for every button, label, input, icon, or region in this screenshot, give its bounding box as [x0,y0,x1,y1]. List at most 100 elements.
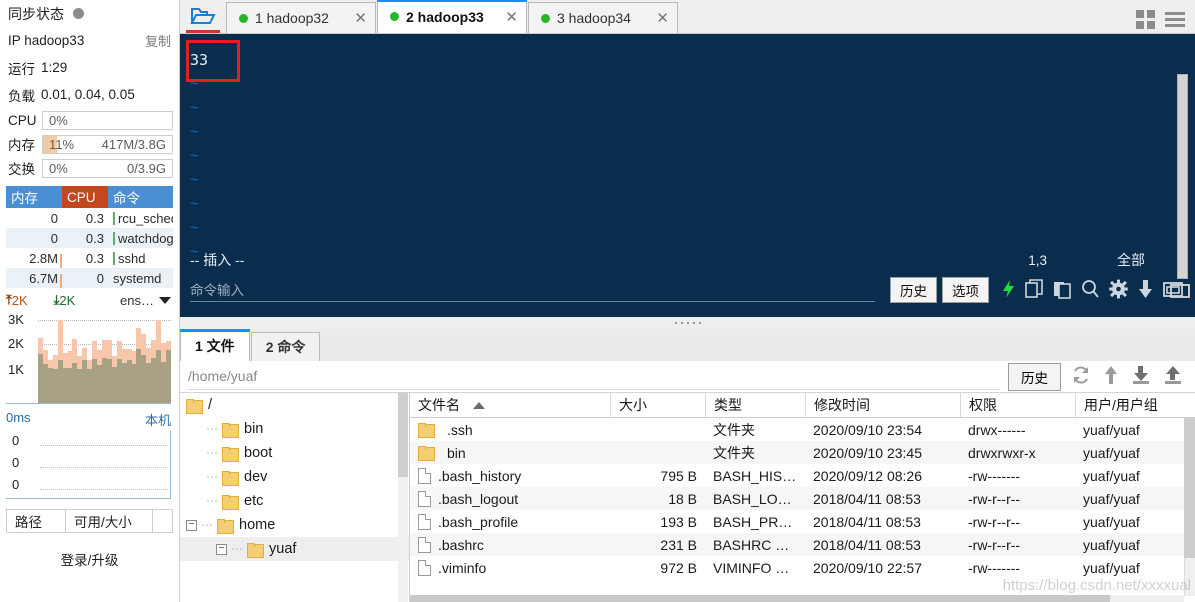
collapse-toggle-icon[interactable]: − [216,543,227,555]
terminal-tilde: ~ [190,148,199,164]
cpu-meter: 0% [42,110,173,130]
table-row[interactable]: bin 文件夹 2020/09/10 23:45 drwxrwxr-x yuaf… [410,441,1195,464]
copy-icon[interactable] [1025,278,1044,302]
copy-button[interactable]: 复制 [145,31,171,50]
file-owner-cell: yuaf/yuaf [1083,421,1140,438]
close-icon[interactable]: ✕ [344,9,367,27]
menu-icon[interactable] [1165,12,1185,27]
grid-layout-icon[interactable] [1136,10,1155,29]
tree-node-yuaf[interactable]: − ⋯ yuaf [180,537,409,561]
uptime-value: 1:29 [41,60,68,75]
terminal-tilde: ~ [190,172,199,188]
table-row[interactable]: .bash_history 795 B BASH_HIS… 2020/09/12… [410,464,1195,487]
upload-icon[interactable] [1163,365,1183,388]
connected-status-icon [390,12,399,21]
folder-icon [217,518,234,534]
process-row[interactable]: 0 0.3 rcu_sched [6,208,173,228]
command-bar: 命令输入 历史 选项 [180,273,1195,307]
file-mtime-cell: 2018/04/11 08:53 [813,513,921,530]
network-bar-upload [82,348,88,360]
tab-hadoop33[interactable]: 2 hadoop33 ✕ [377,0,527,33]
command-input[interactable]: 命令输入 [190,278,875,302]
up-arrow-icon[interactable] [1103,365,1119,388]
file-history-button[interactable]: 历史 [1008,362,1061,391]
process-cpu: 0.3 [85,250,104,266]
interface-selector[interactable]: ens… [120,293,171,308]
terminal-history-button[interactable]: 历史 [890,277,937,303]
window-icon[interactable] [1163,279,1183,302]
swap-meter-label: 交换 [8,162,35,177]
search-icon[interactable] [1081,279,1100,302]
column-header-name[interactable]: 文件名 [410,393,610,417]
collapse-toggle-icon[interactable]: − [186,519,197,531]
process-cmd: sshd [108,251,173,266]
load-value: 0.01, 0.04, 0.05 [41,87,135,102]
tree-node-boot[interactable]: ⋯ boot [180,441,409,465]
gear-icon[interactable] [1109,279,1128,302]
process-row[interactable]: 0 0.3 watchdog [6,228,173,248]
close-icon[interactable]: ✕ [646,9,669,27]
process-row[interactable]: 6.7M 0 systemd [6,268,173,288]
column-header-mtime[interactable]: 修改时间 [805,393,960,417]
process-header-mem[interactable]: 内存 [6,186,62,208]
latency-row: 0 [6,433,170,455]
close-icon[interactable]: ✕ [495,8,518,26]
column-header-permissions[interactable]: 权限 [960,393,1075,417]
lightning-icon[interactable] [1001,279,1016,302]
tree-node-home[interactable]: − ⋯ home [180,513,409,537]
file-owner-cell: yuaf/yuaf [1083,513,1140,530]
tree-node-label: boot [244,445,273,461]
process-header-cmd[interactable]: 命令 [108,186,173,208]
process-mem: 6.7M [6,271,62,288]
column-header-owner[interactable]: 用户/用户组 [1075,393,1180,417]
table-row[interactable]: .ssh 文件夹 2020/09/10 23:54 drwx------ yua… [410,418,1195,441]
process-row[interactable]: 2.8M 0.3 sshd [6,248,173,268]
chevron-down-icon [159,296,171,304]
file-mtime-cell: 2018/04/11 08:53 [813,490,921,507]
login-upgrade-link[interactable]: 登录/升级 [0,549,179,569]
column-header-size[interactable]: 大小 [610,393,705,417]
file-list-hscrollbar-thumb[interactable] [410,595,1110,602]
ip-row: IP hadoop33 复制 [0,27,179,54]
disk-extra-col [152,510,172,532]
refresh-icon[interactable] [1071,365,1091,388]
swap-meter: 0% 0/3.9G [42,158,173,178]
path-input[interactable]: /home/yuaf [188,364,1000,390]
network-legend: ⤒ 2K ⤓ 2K ens… [0,288,179,310]
tree-node-etc[interactable]: ⋯ etc [180,489,409,513]
file-name-text: .bash_history [438,467,522,484]
tab-commands[interactable]: 2 命令 [250,332,321,361]
download-icon[interactable] [1137,279,1154,302]
tab-hadoop34[interactable]: 3 hadoop34 ✕ [528,2,678,33]
upload-rate: 2K [11,292,28,308]
table-row[interactable]: .viminfo 972 B VIMINFO … 2020/09/10 22:5… [410,556,1195,579]
file-list-scrollbar-thumb[interactable] [1184,418,1195,558]
file-perm-cell: -rw-r--r-- [968,536,1021,553]
terminal-icon-row [1001,278,1183,302]
file-size-cell: 972 B [660,559,697,576]
table-row[interactable]: .bash_profile 193 B BASH_PR… 2018/04/11 … [410,510,1195,533]
uptime-label: 运行 [8,61,35,77]
column-header-type[interactable]: 类型 [705,393,805,417]
terminal-pane[interactable]: 33 ~ ~ ~ ~ ~ ~ ~ ~ -- 插入 -- 1,3 全部 命令输入 … [180,34,1195,317]
tree-scrollbar-thumb[interactable] [398,393,408,477]
memory-meter-percent: 11% [49,136,75,152]
file-panel-tabs: 1 文件 2 命令 [180,329,1195,361]
download-icon[interactable] [1131,365,1151,388]
process-header-cpu[interactable]: CPU [62,186,108,208]
pane-splitter[interactable] [180,317,1195,329]
tab-hadoop32[interactable]: 1 hadoop32 ✕ [226,2,376,33]
directory-tree[interactable]: / ⋯ bin ⋯ boot ⋯ dev ⋯ etc − ⋯ home − ⋯ … [180,393,410,602]
tab-files[interactable]: 1 文件 [180,329,250,361]
file-size-cell: 18 B [668,490,697,507]
terminal-options-button[interactable]: 选项 [942,277,989,303]
file-icon [418,536,431,553]
tree-node-bin[interactable]: ⋯ bin [180,417,409,441]
tree-node-root[interactable]: / [180,393,409,417]
folder-open-icon[interactable] [180,0,226,33]
tree-node-dev[interactable]: ⋯ dev [180,465,409,489]
paste-icon[interactable] [1053,279,1072,302]
table-row[interactable]: .bashrc 231 B BASHRC … 2018/04/11 08:53 … [410,533,1195,556]
table-row[interactable]: .bash_logout 18 B BASH_LO… 2018/04/11 08… [410,487,1195,510]
process-mem: 0 [50,230,58,246]
